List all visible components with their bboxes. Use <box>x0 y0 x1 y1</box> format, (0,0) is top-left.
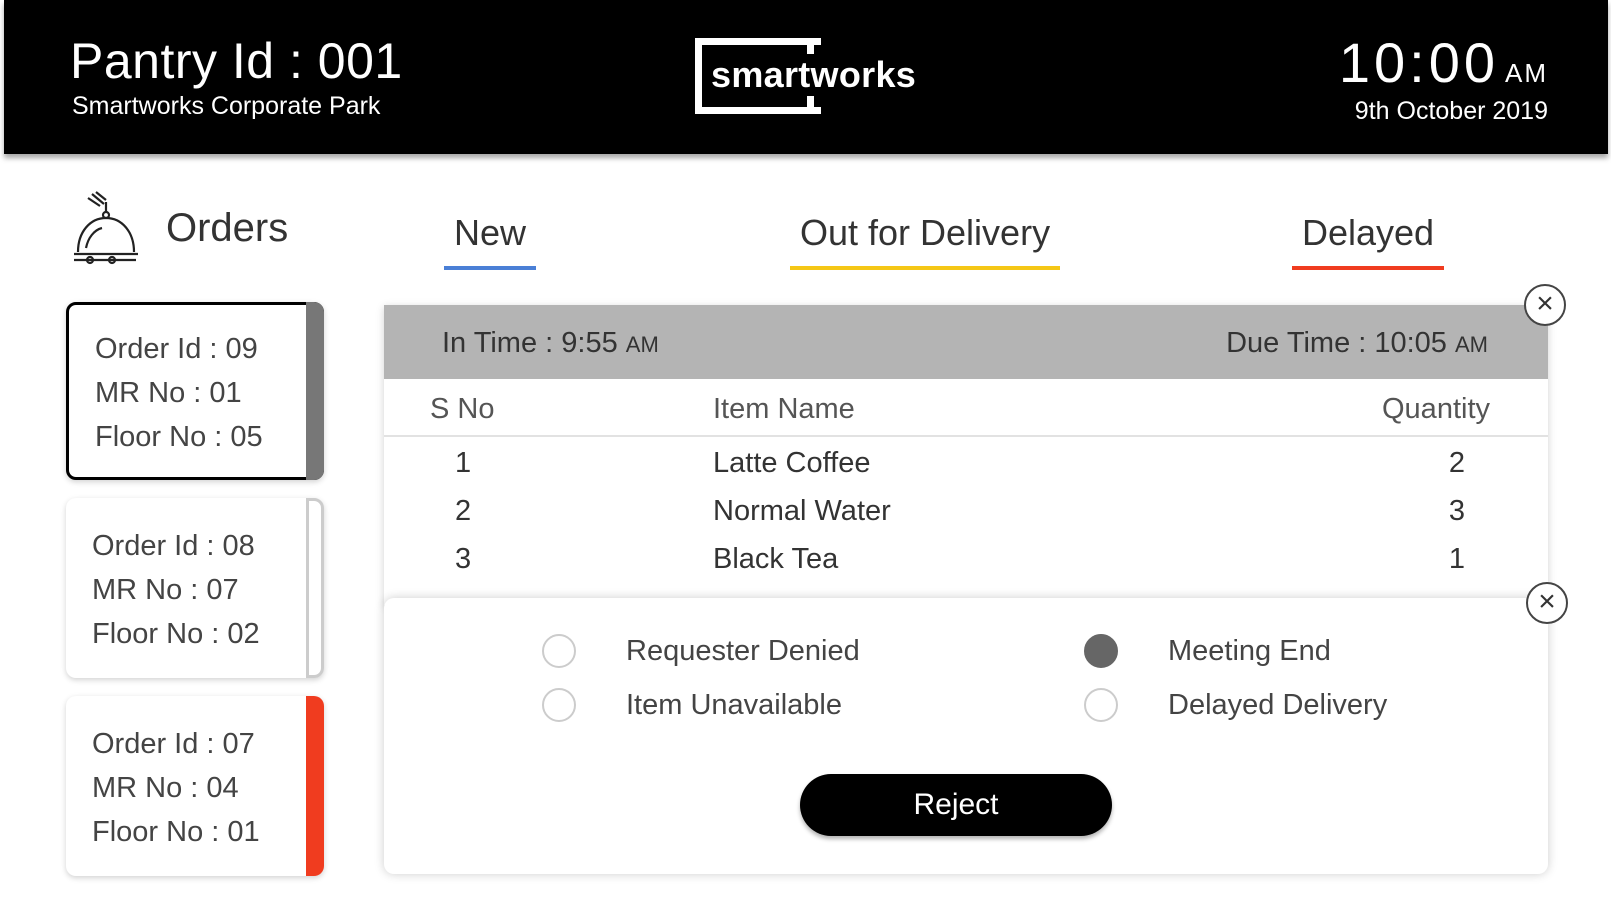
tab-out-for-delivery-label: Out for Delivery <box>800 212 1051 253</box>
tab-new-label: New <box>454 212 527 253</box>
radio-button[interactable] <box>542 634 576 668</box>
order-status-bar <box>306 302 324 480</box>
order-card[interactable]: Order Id : 07 MR No : 04 Floor No : 01 <box>66 696 324 876</box>
clock-date: 9th October 2019 <box>1354 97 1548 125</box>
floor-no: Floor No : 05 <box>95 421 263 453</box>
mr-no: MR No : 07 <box>92 574 239 606</box>
due-time-ampm: AM <box>1455 332 1488 357</box>
order-id: Order Id : 07 <box>92 728 255 760</box>
pantry-location: Smartworks Corporate Park <box>72 92 381 120</box>
order-status-bar <box>306 696 324 876</box>
bell-icon <box>74 191 138 265</box>
radio-button[interactable] <box>1084 688 1118 722</box>
floor-no: Floor No : 01 <box>92 816 260 848</box>
row-item-name: Normal Water <box>713 495 891 527</box>
order-card[interactable]: Order Id : 08 MR No : 07 Floor No : 02 <box>66 498 324 678</box>
clock-time: 10:00 <box>1338 31 1499 94</box>
clock: 10:00 AM 9th October 2019 <box>1339 30 1548 126</box>
top-header: Pantry Id : 001 Smartworks Corporate Par… <box>4 0 1608 154</box>
option-label: Item Unavailable <box>626 688 842 721</box>
option-item-unavailable[interactable]: Item Unavailable <box>542 688 842 722</box>
in-time: In Time : 9:55 AM <box>442 327 659 360</box>
mr-no: MR No : 04 <box>92 772 239 804</box>
order-id: Order Id : 08 <box>92 530 255 562</box>
row-item-name: Latte Coffee <box>713 447 871 479</box>
row-sno: 2 <box>455 495 472 527</box>
tab-out-for-delivery-underline <box>790 266 1061 270</box>
radio-button-selected[interactable] <box>1084 634 1118 668</box>
order-detail-panel: In Time : 9:55 AM Due Time : 10:05 AM S … <box>384 305 1548 605</box>
row-sno: 3 <box>455 543 472 575</box>
tab-new-underline <box>444 266 537 270</box>
pantry-id: Pantry Id : 001 <box>70 33 403 89</box>
due-time-value: Due Time : 10:05 <box>1226 327 1447 359</box>
row-quantity: 2 <box>1448 447 1465 479</box>
close-reject-button[interactable]: × <box>1526 582 1568 624</box>
column-header-quantity: Quantity <box>1382 393 1490 425</box>
order-id: Order Id : 09 <box>95 333 258 365</box>
order-card[interactable]: Order Id : 09 MR No : 01 Floor No : 05 <box>66 302 324 480</box>
tab-delayed-underline <box>1292 266 1445 270</box>
order-time-bar: In Time : 9:55 AM Due Time : 10:05 AM <box>384 305 1548 379</box>
tab-new[interactable]: New <box>444 212 537 270</box>
column-header-item-name: Item Name <box>713 393 855 425</box>
radio-button[interactable] <box>542 688 576 722</box>
option-label: Delayed Delivery <box>1168 688 1388 721</box>
option-delayed-delivery[interactable]: Delayed Delivery <box>1084 688 1387 722</box>
tab-delayed[interactable]: Delayed <box>1292 212 1445 270</box>
tab-delayed-label: Delayed <box>1302 212 1435 253</box>
in-time-ampm: AM <box>625 332 659 357</box>
clock-ampm: AM <box>1505 58 1548 88</box>
close-detail-button[interactable]: × <box>1524 284 1566 326</box>
option-meeting-end[interactable]: Meeting End <box>1084 634 1331 668</box>
orders-title: Orders <box>166 205 289 250</box>
orders-heading: Orders <box>66 188 288 268</box>
row-item-name: Black Tea <box>713 543 839 575</box>
order-status-bar <box>306 498 324 678</box>
reject-button[interactable]: Reject <box>800 774 1112 836</box>
row-sno: 1 <box>455 447 472 479</box>
column-header-sno: S No <box>430 393 495 425</box>
tab-out-for-delivery[interactable]: Out for Delivery <box>790 212 1061 270</box>
in-time-value: In Time : 9:55 <box>442 327 618 359</box>
row-quantity: 3 <box>1448 495 1465 527</box>
logo-text: smartworks <box>711 54 921 96</box>
due-time: Due Time : 10:05 AM <box>1226 327 1488 360</box>
reject-reason-panel: Requester Denied Meeting End Item Unavai… <box>384 598 1548 874</box>
mr-no: MR No : 01 <box>95 377 242 409</box>
row-quantity: 1 <box>1448 543 1465 575</box>
logo-frame-right-bottom <box>807 94 814 114</box>
option-label: Meeting End <box>1168 634 1331 667</box>
option-label: Requester Denied <box>626 634 860 667</box>
option-requester-denied[interactable]: Requester Denied <box>542 634 860 668</box>
table-header-divider <box>384 435 1548 437</box>
floor-no: Floor No : 02 <box>92 618 260 650</box>
